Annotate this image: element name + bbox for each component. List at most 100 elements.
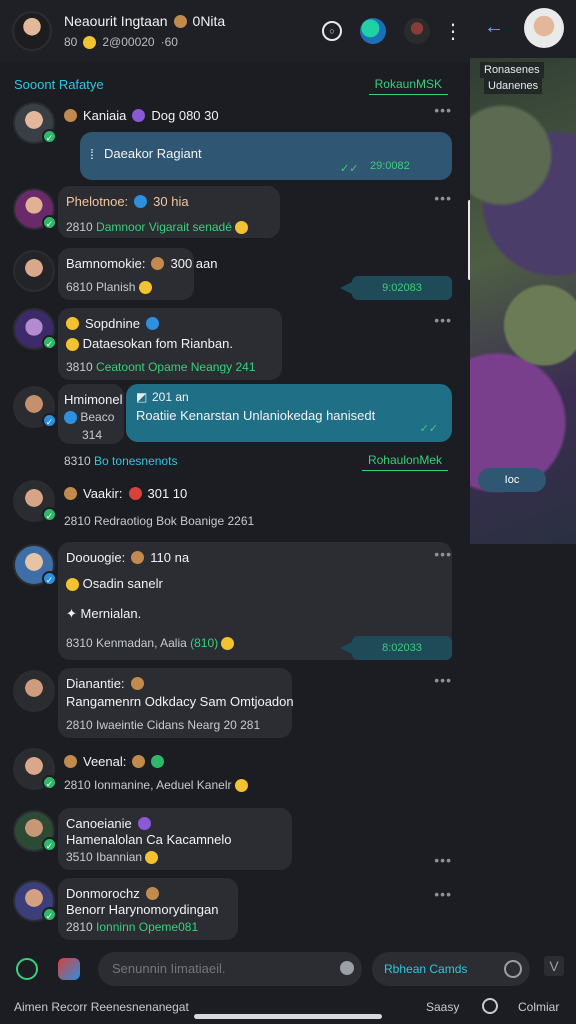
footer-bar: Aimen Recorr Reenesnenanegat Saasy Colmi… [0, 992, 576, 1024]
back-arrow-icon[interactable]: ← [484, 16, 504, 39]
more-vertical-icon[interactable]: ⋮ [443, 18, 463, 44]
verified-badge-icon: ✓ [42, 413, 57, 428]
more-icon[interactable]: ••• [434, 102, 452, 118]
header-name[interactable]: Neaourit Ingtaan 0Nita [64, 13, 322, 29]
emoji-icon [138, 281, 152, 295]
reaction-icon [173, 14, 187, 28]
footer-middle-link[interactable]: Saasy [426, 1000, 459, 1014]
message-text: Redraotiog Bok Boanige 2261 [94, 514, 255, 528]
message-input[interactable] [98, 952, 362, 986]
message-time: 2810 [66, 920, 93, 934]
sender-name: Hmimonel [64, 392, 123, 407]
attachment-icon: ◩ [136, 390, 148, 404]
story-icon[interactable]: ○ [322, 21, 342, 41]
emoji-icon [130, 677, 144, 690]
apps-icon[interactable] [58, 958, 80, 980]
green-emoji-icon [151, 755, 165, 768]
message-meta: (810) [190, 636, 219, 650]
message-text: Ionmanine, Aeduel Kanelr [94, 778, 232, 792]
sender-name: Vaakir: [83, 486, 123, 501]
message-bubble: Sopdnine Dataesokan fom Rianban. 3810 Ce… [58, 308, 282, 380]
microphone-icon[interactable] [340, 961, 354, 975]
smile-icon [83, 35, 97, 49]
more-icon[interactable]: ••• [434, 546, 452, 562]
message-time: 2810 [64, 778, 91, 792]
more-icon[interactable]: ••• [434, 190, 452, 206]
home-indicator[interactable] [194, 1014, 382, 1019]
right-panel-avatar[interactable] [524, 8, 564, 48]
emoji-icon [66, 338, 79, 352]
sender-name: Sopdnine [85, 316, 140, 331]
status-text: 2@00020 [102, 35, 155, 49]
more-icon[interactable]: ••• [434, 312, 452, 328]
sender-name: Dianantie: [66, 676, 125, 691]
cta-button[interactable]: Rbhean Camds [372, 952, 530, 986]
message-meta: 29:0082 [370, 160, 410, 172]
blue-emoji-icon [145, 317, 159, 330]
outgoing-message[interactable]: ◩ 201 an Roatiie Kenarstan Unlaniokedag … [126, 384, 452, 442]
more-icon[interactable]: ••• [434, 886, 452, 902]
message-time: 8310 [66, 636, 93, 650]
read-check-icon: ✓✓ [340, 163, 359, 175]
message-text: Hamenalolan Ca Kacamnelo [66, 832, 232, 847]
message-bubble: Phelotnoe: 30 hia 2810 Damnoor Vigarait … [58, 186, 280, 238]
more-icon[interactable]: ••• [434, 672, 452, 688]
purple-emoji-icon [137, 817, 151, 830]
message-text: Roatiie Kenarstan Unlaniokedag hanisedt [136, 408, 376, 423]
message-text: Damnoor Vigarait senadé [96, 220, 232, 234]
verified-badge-icon: ✓ [42, 907, 57, 922]
avatar[interactable]: ✓ [13, 544, 57, 586]
avatar[interactable]: ✓ [13, 880, 57, 922]
emoji-picker-icon[interactable] [16, 958, 38, 980]
more-icon[interactable]: ••• [434, 852, 452, 868]
avatar[interactable] [13, 250, 55, 292]
status-trail: ·60 [160, 35, 178, 49]
bullet-icon: ✦ [66, 606, 77, 621]
avatar[interactable]: ✓ [13, 188, 57, 230]
verified-badge-icon: ✓ [42, 571, 57, 586]
sender-extra: 30 hia [153, 194, 189, 209]
emoji-icon [132, 755, 146, 768]
right-panel: ← Ronasenes Udanenes Ioc [470, 0, 576, 544]
status-count: 80 [64, 35, 78, 49]
message-time: 3510 [66, 850, 93, 864]
footer-right-link[interactable]: Colmiar [518, 1000, 559, 1014]
footer-left-link[interactable]: Aimen Recorr Reenesnenanegat [14, 1000, 189, 1014]
avatar[interactable]: ✓ [13, 748, 57, 790]
chat-bubble-icon[interactable] [482, 998, 498, 1014]
avatar[interactable]: ✓ [13, 810, 57, 852]
avatar[interactable] [13, 670, 55, 712]
game-pill[interactable]: Ioc [478, 468, 546, 492]
sender-extra: 110 na [150, 550, 190, 565]
user-avatar-icon [64, 487, 77, 500]
section-action[interactable]: RokaunMSK [368, 74, 448, 95]
composer: Rbhean Camds [0, 944, 576, 992]
emoji-icon [221, 637, 235, 651]
message-bubble: Bamnomokie: 300 aan 6810 Planish [58, 248, 217, 300]
game-info-line: Ronasenes [480, 62, 544, 78]
pin-icon: ⁞ [90, 146, 94, 162]
user-avatar-icon [64, 755, 77, 768]
outgoing-message[interactable]: ⁞ Daeakor Ragiant ✓✓ 29:0082 [80, 132, 452, 180]
section-header: 8310 Bo tonesnenots RohaulonMek [0, 448, 470, 474]
message-text: Planish [96, 280, 136, 294]
pill-text: 9:02083 [382, 282, 422, 294]
group-avatar-icon[interactable] [404, 18, 430, 44]
right-panel-header: ← [470, 0, 576, 58]
section-action[interactable]: RohaulonMek [361, 450, 448, 471]
read-check-icon: ✓✓ [419, 423, 438, 435]
avatar[interactable]: ✓ [13, 480, 57, 522]
globe-icon[interactable] [360, 18, 386, 44]
message-time: 2810 [66, 718, 93, 732]
message-bubble: Hmimonel Beaco 314 [58, 384, 124, 444]
avatar[interactable]: ✓ [13, 386, 57, 428]
header-avatar[interactable] [12, 11, 52, 51]
status-pill: 9:02083 [340, 276, 452, 300]
header-name-suffix: 0Nita [192, 13, 226, 29]
avatar[interactable]: ✓ [13, 102, 57, 144]
avatar[interactable]: ✓ [13, 308, 57, 350]
sender-name: Donmorochz [66, 886, 140, 901]
message-meta: Ionninn Opeme081 [96, 920, 199, 934]
cta-label: Rbhean Camds [384, 962, 468, 976]
chevron-down-icon[interactable]: V [544, 956, 564, 976]
